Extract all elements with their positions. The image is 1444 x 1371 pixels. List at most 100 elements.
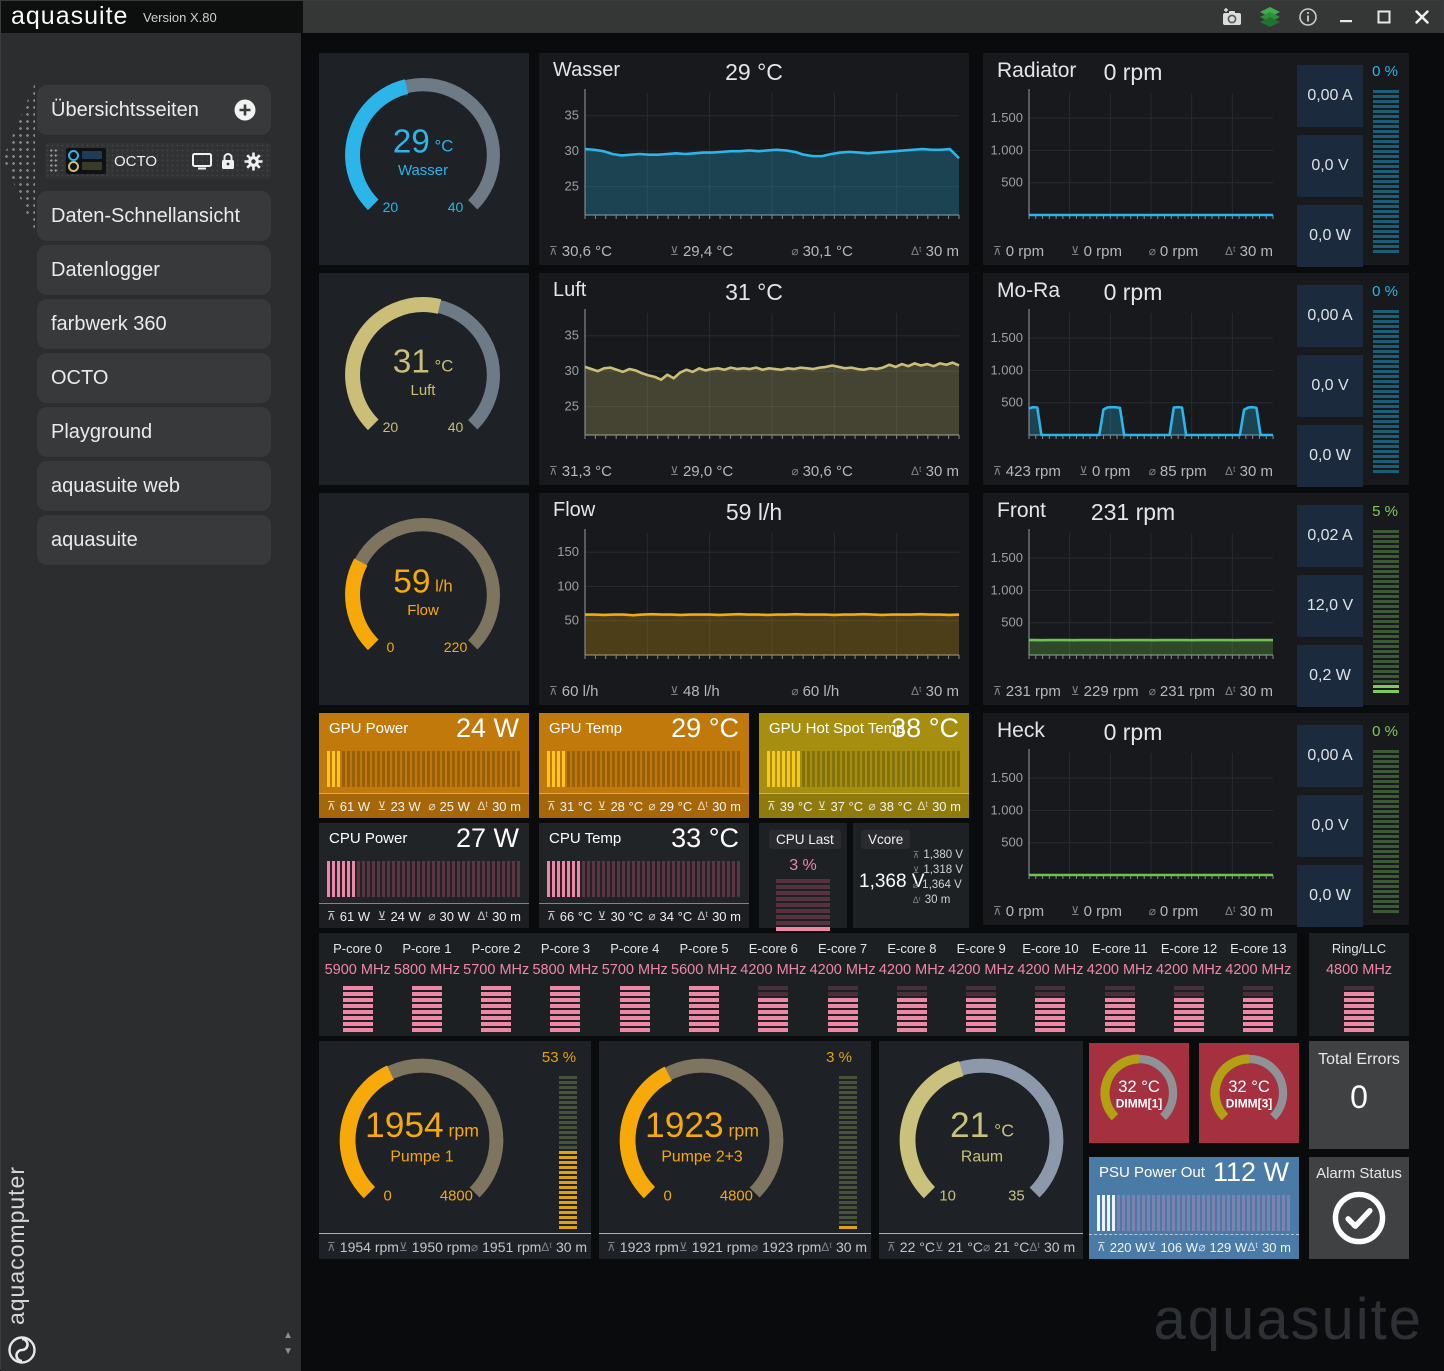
stat-value: 1,380 V (923, 849, 963, 861)
sidebar-item-octo[interactable]: OCTO (37, 353, 271, 403)
core-column: P-core 5 5600 MHz (669, 939, 738, 1032)
stat-avg: ⌀ 30 W (428, 909, 470, 924)
sidebar-item-aquasuite-web[interactable]: aquasuite web (37, 461, 271, 511)
screenshot-camera-icon[interactable] (1221, 6, 1243, 28)
avg-icon: ⌀ (791, 244, 799, 258)
tile-value: 27 W (455, 823, 519, 853)
svg-text:35: 35 (565, 108, 579, 123)
stat-max: ⊼ 31,3 °C (549, 463, 612, 480)
sidebar-item-aquasuite[interactable]: aquasuite (37, 515, 271, 565)
max-icon: ⊼ (549, 244, 558, 258)
max-icon: ⊼ (993, 684, 1002, 698)
core-load-meter (481, 986, 512, 1032)
core-column: P-core 4 5700 MHz (600, 939, 669, 1032)
sidebar-page-octo-label: OCTO (114, 152, 158, 170)
stat-min: ⊻ 24 W (378, 909, 421, 924)
core-load-meter (966, 986, 997, 1032)
sidebar-item-uebersichtsseiten[interactable]: Übersichtsseiten (37, 85, 271, 135)
core-frequency: 5900 MHz (324, 962, 391, 978)
pump-power-meter (559, 1073, 577, 1229)
minimize-button[interactable] (1335, 6, 1357, 28)
svg-text:Wasser: Wasser (398, 162, 448, 179)
chart-current-value: 231 rpm (1090, 499, 1176, 525)
stat-value: 31,3 °C (561, 462, 612, 480)
tile-title: GPU Temp (549, 720, 623, 737)
stat-value: 30 m (925, 242, 959, 260)
info-icon[interactable] (1297, 6, 1319, 28)
core-grid: Ring/LLC 4800 MHz (1309, 933, 1409, 1036)
tile-stats: ⊼ 61 W ⊻ 23 W ⌀ 25 W Δᵗ 30 m (319, 793, 529, 818)
sidebar-page-octo[interactable]: OCTO (45, 143, 271, 179)
tile-cpu-last: CPU Last 3 % (759, 823, 847, 931)
stat-value: 21 °C (947, 1238, 983, 1255)
tile-value: 112 W (1212, 1157, 1289, 1187)
sidebar-item-farbwerk-360[interactable]: farbwerk 360 (37, 299, 271, 349)
min-icon: ⊻ (934, 1239, 944, 1254)
core-label: E-core 12 (1160, 941, 1218, 956)
core-label: E-core 10 (1022, 941, 1079, 956)
stat-value: 1921 rpm (691, 1238, 751, 1255)
aquacomputer-dot-pattern (3, 83, 35, 233)
gauge: 21 °C Raum 10 35 (889, 1047, 1075, 1233)
gear-icon[interactable] (244, 152, 263, 171)
sidebar-item-daten-schnellansicht[interactable]: Daten-Schnellansicht (37, 191, 271, 241)
alarm-status-title: Alarm Status (1316, 1165, 1402, 1182)
tile-stats: ⊼ 220 W ⊻ 106 W ⌀ 129 W Δᵗ 30 m (1089, 1234, 1299, 1259)
avg-icon: ⌀ (428, 909, 436, 923)
chart-current-value: 0 rpm (1103, 279, 1163, 305)
svg-text:0: 0 (387, 639, 395, 655)
tile-dimm1-temp: 32 °C DIMM[1] (1089, 1043, 1189, 1143)
drag-handle-icon[interactable] (49, 148, 58, 174)
chart-stats: ⊼ 0 rpm ⊻ 0 rpm ⌀ 0 rpm Δᵗ 30 m (993, 241, 1273, 261)
maximize-button[interactable] (1373, 6, 1395, 28)
stat-max: ⊼ 423 rpm (993, 463, 1061, 480)
scroll-up-icon[interactable]: ▲ (283, 1331, 293, 1341)
sidebar-item-label: Datenlogger (51, 258, 160, 281)
monitor-icon[interactable] (192, 152, 212, 170)
tile-bar-meter (327, 751, 521, 787)
core-frequency: 4200 MHz (740, 962, 807, 978)
lock-icon[interactable] (220, 152, 236, 170)
sidebar-item-datenlogger[interactable]: Datenlogger (37, 245, 271, 295)
max-icon: ⊼ (912, 849, 920, 860)
stat-min: ⊻ 30 °C (598, 909, 643, 924)
brand-aquacomputer: aquacomputer (3, 1165, 29, 1325)
stat-value: 60 l/h (802, 682, 840, 700)
sidebar-item-playground[interactable]: Playground (37, 407, 271, 457)
scroll-down-icon[interactable]: ▼ (283, 1347, 293, 1357)
stat-value: 0 rpm (1091, 462, 1131, 480)
svg-text:500: 500 (1001, 835, 1023, 850)
sidebar-item-label: aquasuite (51, 528, 138, 551)
add-page-icon[interactable] (233, 98, 257, 122)
core-column: E-core 11 4200 MHz (1085, 939, 1154, 1032)
core-load-meter (758, 986, 789, 1032)
stat-avg: ⌀ 30,6 °C (791, 463, 852, 480)
chart-stats: ⊼ 231 rpm ⊻ 229 rpm ⌀ 231 rpm Δᵗ 30 m (993, 681, 1273, 701)
core-label: E-core 9 (956, 941, 1006, 956)
avg-icon: ⌀ (791, 684, 799, 698)
aquasuite-watermark: aquasuite (1153, 1287, 1423, 1352)
tile-value: 33 °C (671, 823, 739, 853)
stat-min: ⊻ 23 W (378, 799, 421, 814)
page-thumbnail (66, 148, 106, 174)
stat-value: 30 m (555, 1238, 588, 1255)
svg-text:1.000: 1.000 (990, 802, 1023, 817)
stat-value: 29,4 °C (682, 242, 734, 260)
avg-icon: ⌀ (1198, 1240, 1206, 1254)
stat-value: 21 °C (994, 1238, 1030, 1255)
chart-stats: ⊼ 423 rpm ⊻ 0 rpm ⌀ 85 rpm Δᵗ 30 m (993, 461, 1273, 481)
min-icon: ⊻ (1070, 904, 1080, 918)
core-load-meter (619, 986, 650, 1032)
layers-icon[interactable] (1259, 6, 1281, 28)
stat-value: 66 °C (559, 908, 593, 924)
fan-panel-heck: Heck 0 rpm 500 1.000 1.500 ⊼ 0 rpm ⊻ 0 rpm ⌀ 0 rpm… (983, 713, 1409, 927)
tile-cpu-temp: CPU Temp 33 °C ⊼ 66 °C ⊻ 30 °C ⌀ 34 °C Δᵗ 30 m (539, 823, 749, 928)
close-button[interactable] (1411, 6, 1433, 28)
svg-text:100: 100 (557, 578, 579, 593)
core-label: P-core 1 (402, 941, 452, 956)
core-column: E-core 10 4200 MHz (1016, 939, 1085, 1032)
svg-text:1.000: 1.000 (990, 362, 1023, 377)
core-frequency: 4200 MHz (878, 962, 945, 978)
svg-text:Raum: Raum (961, 1148, 1003, 1165)
stat-value: 31 °C (559, 798, 593, 814)
